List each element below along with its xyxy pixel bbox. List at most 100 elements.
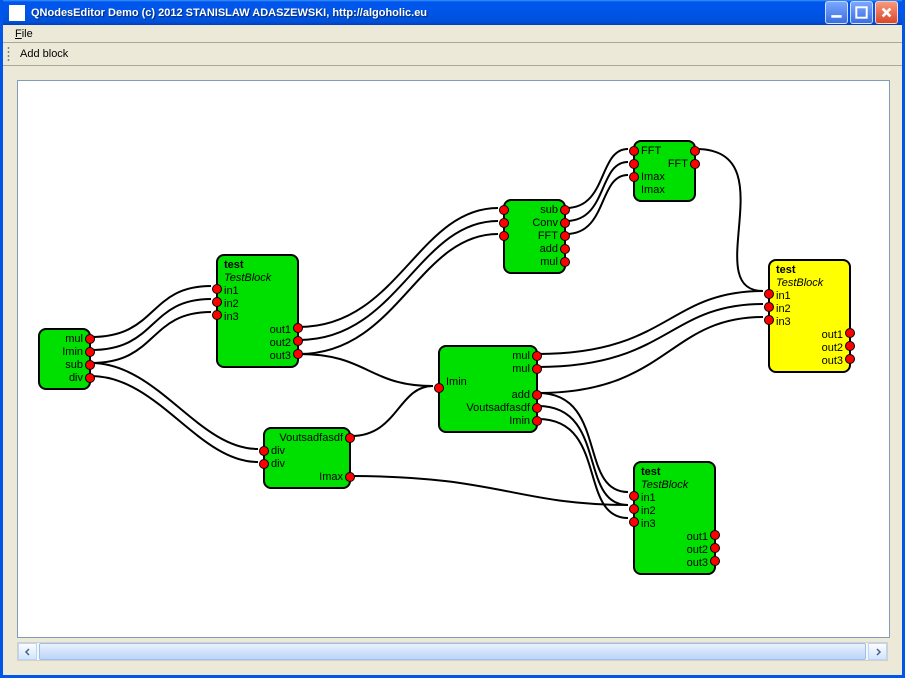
toolbar: Add block xyxy=(3,43,902,66)
toolbar-grip[interactable] xyxy=(7,46,10,62)
port-label: sub xyxy=(46,359,83,372)
node-block[interactable]: Voutsadfasdf div div Imax xyxy=(263,427,351,489)
app-icon xyxy=(9,5,25,21)
port-icon[interactable] xyxy=(85,373,95,383)
port-icon[interactable] xyxy=(629,517,639,527)
port-label: out3 xyxy=(224,350,291,363)
port-label: Imax xyxy=(641,171,688,184)
port-icon[interactable] xyxy=(629,159,639,169)
port-label: in3 xyxy=(776,316,843,329)
port-icon[interactable] xyxy=(499,205,509,215)
port-label: div xyxy=(271,458,343,471)
node-block[interactable]: mul Imin sub div xyxy=(38,328,91,390)
port-icon[interactable] xyxy=(845,328,855,338)
port-icon[interactable] xyxy=(764,315,774,325)
scroll-right-button[interactable] xyxy=(868,643,887,660)
node-block[interactable]: sub Conv FFT add mul xyxy=(503,199,566,274)
port-label: out3 xyxy=(641,557,708,570)
node-block-selected[interactable]: test TestBlock in1 in2 in3 out1 out2 out… xyxy=(768,259,851,373)
port-icon[interactable] xyxy=(212,297,222,307)
port-label: FFT xyxy=(511,230,558,243)
node-block[interactable]: mul mul Imin add Voutsadfasdf Imin xyxy=(438,345,538,433)
port-label: add xyxy=(511,243,558,256)
port-icon[interactable] xyxy=(85,360,95,370)
port-icon[interactable] xyxy=(259,459,269,469)
close-button[interactable] xyxy=(875,1,898,24)
scroll-thumb[interactable] xyxy=(39,643,866,660)
port-icon[interactable] xyxy=(499,218,509,228)
port-icon[interactable] xyxy=(293,336,303,346)
port-icon[interactable] xyxy=(690,159,700,169)
port-label: out2 xyxy=(641,544,708,557)
port-icon[interactable] xyxy=(764,289,774,299)
port-icon[interactable] xyxy=(85,334,95,344)
port-icon[interactable] xyxy=(293,323,303,333)
minimize-button[interactable] xyxy=(825,1,848,24)
port-label: in2 xyxy=(641,505,708,518)
port-label: out1 xyxy=(776,329,843,342)
port-icon[interactable] xyxy=(845,341,855,351)
scroll-left-button[interactable] xyxy=(18,643,37,660)
port-icon[interactable] xyxy=(532,351,542,361)
port-icon[interactable] xyxy=(560,231,570,241)
add-block-button[interactable]: Add block xyxy=(14,46,74,62)
port-icon[interactable] xyxy=(629,504,639,514)
port-label: out1 xyxy=(641,531,708,544)
port-icon[interactable] xyxy=(629,146,639,156)
port-label: out2 xyxy=(224,337,291,350)
menu-file[interactable]: File xyxy=(9,26,39,42)
node-title: test xyxy=(641,466,708,479)
titlebar[interactable]: QNodesEditor Demo (c) 2012 STANISLAW ADA… xyxy=(3,0,902,25)
port-label: in1 xyxy=(776,290,843,303)
node-subtitle: TestBlock xyxy=(776,277,843,290)
port-icon[interactable] xyxy=(499,231,509,241)
port-icon[interactable] xyxy=(345,472,355,482)
port-label: Conv xyxy=(511,217,558,230)
horizontal-scrollbar[interactable] xyxy=(17,642,888,661)
node-canvas[interactable]: mul Imin sub div test TestBlock in1 in2 … xyxy=(17,80,890,638)
app-window: QNodesEditor Demo (c) 2012 STANISLAW ADA… xyxy=(0,0,905,678)
port-icon[interactable] xyxy=(710,556,720,566)
port-icon[interactable] xyxy=(710,530,720,540)
port-label: Voutsadfasdf xyxy=(271,432,343,445)
port-icon[interactable] xyxy=(259,446,269,456)
scroll-track[interactable] xyxy=(37,643,868,660)
port-label: Imin xyxy=(46,346,83,359)
port-label: FFT xyxy=(641,145,688,158)
menubar: File xyxy=(3,25,902,43)
port-icon[interactable] xyxy=(532,364,542,374)
port-icon[interactable] xyxy=(345,433,355,443)
port-icon[interactable] xyxy=(690,146,700,156)
port-label: div xyxy=(271,445,343,458)
port-icon[interactable] xyxy=(560,244,570,254)
port-icon[interactable] xyxy=(560,205,570,215)
node-title: test xyxy=(224,259,291,272)
maximize-button[interactable] xyxy=(850,1,873,24)
port-icon[interactable] xyxy=(710,543,720,553)
node-block[interactable]: test TestBlock in1 in2 in3 out1 out2 out… xyxy=(633,461,716,575)
port-icon[interactable] xyxy=(293,349,303,359)
node-block[interactable]: test TestBlock in1 in2 in3 out1 out2 out… xyxy=(216,254,299,368)
window-buttons xyxy=(825,1,898,24)
port-icon[interactable] xyxy=(212,284,222,294)
port-label: in1 xyxy=(641,492,708,505)
port-icon[interactable] xyxy=(845,354,855,364)
port-icon[interactable] xyxy=(85,347,95,357)
port-icon[interactable] xyxy=(764,302,774,312)
port-label: add xyxy=(446,389,530,402)
port-icon[interactable] xyxy=(532,403,542,413)
port-label: in3 xyxy=(224,311,291,324)
port-label: in2 xyxy=(224,298,291,311)
client-area: mul Imin sub div test TestBlock in1 in2 … xyxy=(3,66,902,675)
port-label: out3 xyxy=(776,355,843,368)
port-icon[interactable] xyxy=(629,172,639,182)
port-icon[interactable] xyxy=(560,257,570,267)
node-block[interactable]: FFT FFT Imax Imax xyxy=(633,140,696,202)
port-label: mul xyxy=(446,363,530,376)
port-icon[interactable] xyxy=(532,390,542,400)
port-icon[interactable] xyxy=(434,383,444,393)
port-icon[interactable] xyxy=(629,491,639,501)
port-icon[interactable] xyxy=(532,416,542,426)
port-icon[interactable] xyxy=(212,310,222,320)
port-icon[interactable] xyxy=(560,218,570,228)
